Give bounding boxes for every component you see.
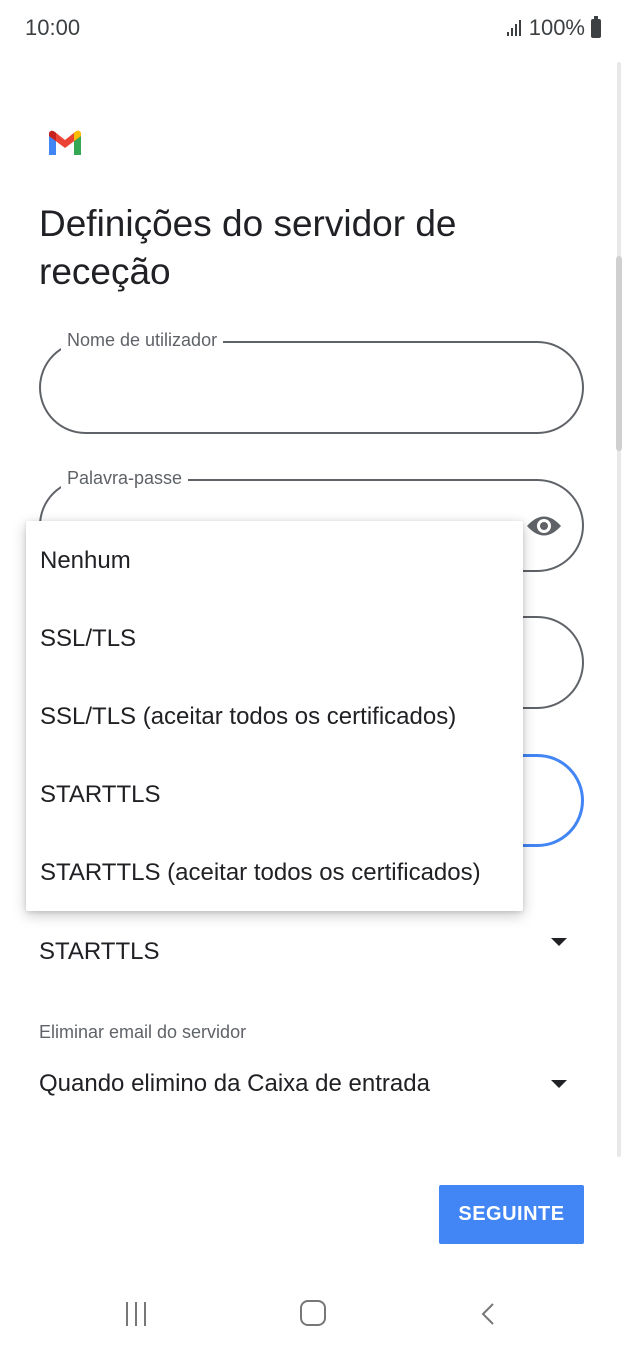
recents-icon[interactable] (126, 1302, 146, 1326)
battery-icon (591, 15, 601, 38)
password-label: Palavra-passe (61, 468, 189, 489)
signal-icon (506, 20, 521, 36)
security-type-menu: Nenhum SSL/TLS SSL/TLS (aceitar todos os… (26, 521, 523, 911)
menu-item-ssl-tls-accept-all[interactable]: SSL/TLS (aceitar todos os certificados) (40, 703, 456, 731)
page-title: Definições do servidor de receção (39, 203, 457, 292)
username-label: Nome de utilizador (61, 330, 224, 351)
chevron-down-icon (551, 1080, 567, 1088)
delete-email-select[interactable]: Eliminar email do servidor Quando elimin… (39, 1018, 584, 1108)
eye-icon[interactable] (526, 513, 562, 539)
status-right: 100% (506, 15, 601, 41)
gmail-logo-icon (49, 130, 81, 155)
navigation-bar (0, 1270, 623, 1351)
username-field[interactable]: Nome de utilizador (39, 330, 584, 434)
back-icon[interactable] (480, 1302, 496, 1326)
menu-item-starttls[interactable]: STARTTLS (40, 781, 160, 809)
menu-item-none[interactable]: Nenhum (40, 547, 131, 575)
status-bar: 10:00 100% (0, 0, 623, 58)
delete-email-value: Quando elimino da Caixa de entrada (39, 1070, 430, 1097)
chevron-down-icon (551, 938, 567, 946)
security-type-value: STARTTLS (39, 938, 160, 965)
battery-percent: 100% (528, 15, 585, 40)
next-button[interactable]: SEGUINTE (439, 1185, 584, 1244)
delete-email-label: Eliminar email do servidor (39, 1022, 247, 1042)
scrollbar-track[interactable] (617, 62, 621, 1157)
home-icon[interactable] (300, 1300, 326, 1326)
security-type-select[interactable]: STARTTLS (39, 920, 584, 980)
menu-item-ssl-tls[interactable]: SSL/TLS (40, 625, 136, 653)
scrollbar-thumb[interactable] (616, 256, 622, 451)
menu-item-starttls-accept-all[interactable]: STARTTLS (aceitar todos os certificados) (40, 859, 481, 887)
status-time: 10:00 (25, 15, 81, 40)
